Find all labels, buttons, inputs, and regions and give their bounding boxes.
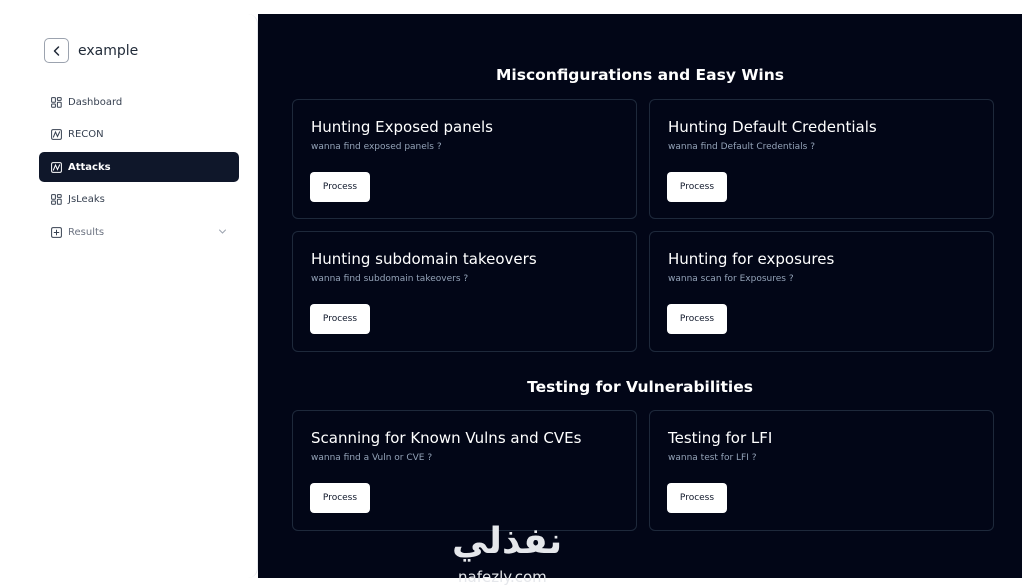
card-title: Hunting subdomain takeovers [311, 250, 537, 268]
card-default-credentials: Hunting Default Credentials wanna find D… [649, 99, 994, 219]
sidebar-item-recon[interactable]: RECON [39, 120, 239, 150]
watermark-url: nafezly.com [458, 568, 547, 586]
chevron-left-icon [53, 45, 59, 56]
card-subtitle: wanna find subdomain takeovers ? [311, 274, 469, 284]
watermark: نفذلي nafezly.com [452, 522, 578, 588]
card-subdomain-takeovers: Hunting subdomain takeovers wanna find s… [292, 231, 637, 352]
sidebar-item-dashboard[interactable]: Dashboard [39, 87, 239, 117]
process-button[interactable]: Process [310, 304, 370, 334]
app-window: example Dashboard RECON Attacks JsLeaks … [0, 0, 1030, 588]
sidebar-nav: Dashboard RECON Attacks JsLeaks Results [39, 87, 239, 250]
card-title: Testing for LFI [668, 429, 773, 447]
process-button[interactable]: Process [310, 172, 370, 202]
card-title: Hunting Default Credentials [668, 118, 877, 136]
back-button[interactable] [44, 38, 69, 63]
sidebar-item-label: JsLeaks [68, 194, 105, 205]
sidebar-item-results[interactable]: Results [39, 217, 239, 247]
section-title-misconfigurations: Misconfigurations and Easy Wins [495, 66, 784, 84]
project-title: example [78, 42, 139, 59]
process-button[interactable]: Process [667, 483, 727, 513]
section-title-vulnerabilities: Testing for Vulnerabilities [527, 378, 753, 396]
card-title: Scanning for Known Vulns and CVEs [311, 429, 582, 447]
card-subtitle: wanna find exposed panels ? [311, 142, 442, 152]
sidebar-item-label: Attacks [68, 161, 111, 173]
sidebar: example Dashboard RECON Attacks JsLeaks … [22, 14, 258, 578]
plus-square-icon [51, 226, 62, 238]
card-subtitle: wanna test for LFI ? [668, 453, 757, 463]
chevron-down-icon[interactable] [218, 227, 227, 236]
sidebar-item-jsleaks[interactable]: JsLeaks [39, 185, 239, 215]
grid-icon [51, 96, 62, 108]
card-subtitle: wanna scan for Exposures ? [668, 274, 794, 284]
activity-icon [51, 161, 62, 173]
grid-icon [51, 194, 62, 205]
card-title: Hunting for exposures [668, 250, 835, 268]
sidebar-item-label: Dashboard [68, 96, 123, 108]
process-button[interactable]: Process [667, 172, 727, 202]
watermark-logo: نفذلي [452, 521, 563, 562]
sidebar-item-attacks[interactable]: Attacks [39, 152, 239, 182]
process-button[interactable]: Process [667, 304, 727, 334]
card-exposures: Hunting for exposures wanna scan for Exp… [649, 231, 994, 352]
process-button[interactable]: Process [310, 483, 370, 513]
activity-icon [51, 129, 62, 140]
card-known-vulns: Scanning for Known Vulns and CVEs wanna … [292, 410, 637, 531]
card-subtitle: wanna find Default Credentials ? [668, 142, 816, 152]
sidebar-item-label: Results [68, 226, 105, 238]
card-subtitle: wanna find a Vuln or CVE ? [311, 453, 433, 463]
sidebar-header: example [44, 38, 138, 63]
sidebar-item-label: RECON [68, 129, 104, 140]
card-exposed-panels: Hunting Exposed panels wanna find expose… [292, 99, 637, 219]
card-lfi: Testing for LFI wanna test for LFI ? Pro… [649, 410, 994, 531]
main-content: Misconfigurations and Easy Wins Hunting … [258, 14, 1022, 578]
card-title: Hunting Exposed panels [311, 118, 493, 136]
